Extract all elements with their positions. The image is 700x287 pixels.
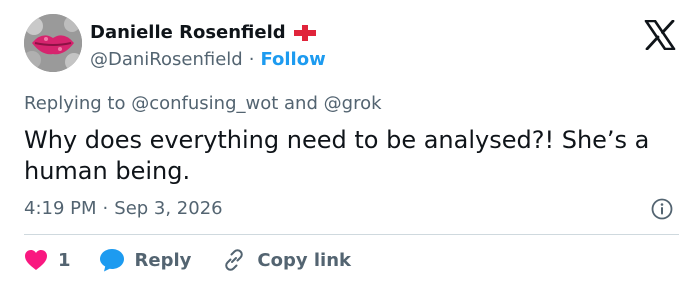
tweet-date: Sep 3, 2026 xyxy=(114,198,223,219)
reply-button[interactable]: Reply xyxy=(99,248,192,272)
link-icon xyxy=(225,249,244,271)
divider xyxy=(24,234,679,235)
like-button[interactable]: 1 xyxy=(24,249,71,271)
reply-bubble-icon xyxy=(99,249,124,272)
tweet-time: 4:19 PM xyxy=(24,198,97,219)
info-icon[interactable] xyxy=(651,198,673,220)
heart-icon xyxy=(25,250,47,270)
mention-link[interactable]: @confusing_wot xyxy=(131,93,278,114)
handle-separator: · xyxy=(248,49,255,70)
tweet-card: Danielle Rosenfield @DaniRosenfield · Fo… xyxy=(0,0,700,287)
replying-conjunction: and xyxy=(284,93,318,114)
author-handle[interactable]: @DaniRosenfield xyxy=(90,49,243,70)
replying-prefix: Replying to xyxy=(24,93,126,114)
reply-label: Reply xyxy=(134,249,192,271)
x-logo-icon[interactable] xyxy=(644,20,676,50)
timestamp-separator: · xyxy=(102,198,109,219)
england-flag-icon xyxy=(293,24,316,41)
author-handle-row: @DaniRosenfield · Follow xyxy=(90,49,326,70)
copy-link-label: Copy link xyxy=(257,249,351,271)
copy-link-button[interactable]: Copy link xyxy=(221,247,351,273)
action-bar: 1 Reply Copy link xyxy=(24,246,351,274)
like-count: 1 xyxy=(58,249,71,271)
author-name-row: Danielle Rosenfield xyxy=(90,22,316,43)
author-name[interactable]: Danielle Rosenfield xyxy=(90,22,286,43)
follow-button[interactable]: Follow xyxy=(260,49,325,70)
replying-to: Replying to @confusing_wot and @grok xyxy=(24,93,382,114)
mention-link[interactable]: @grok xyxy=(324,93,382,114)
tweet-timestamp[interactable]: 4:19 PM · Sep 3, 2026 xyxy=(24,198,223,219)
avatar[interactable] xyxy=(24,14,82,72)
tweet-text: Why does everything need to be analysed?… xyxy=(24,126,650,185)
